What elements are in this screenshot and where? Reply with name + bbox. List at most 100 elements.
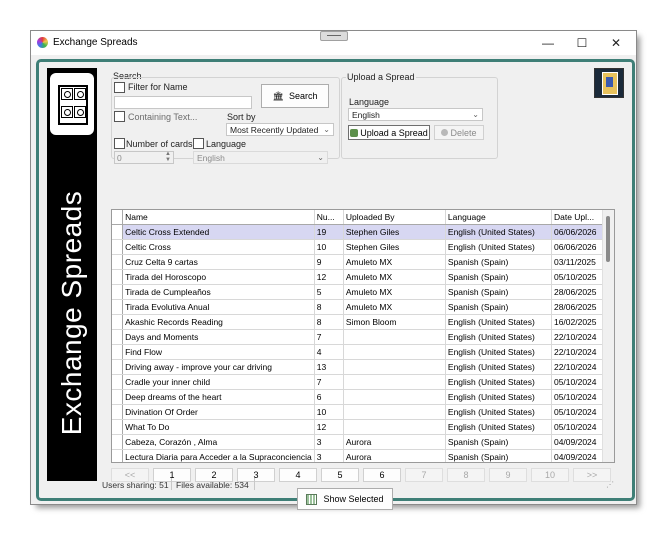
cell-uploaded-by[interactable] [343,329,446,345]
cell-uploaded-by[interactable] [343,389,446,405]
cell-name[interactable]: Celtic Cross [122,239,315,255]
row-header-cell[interactable] [112,254,124,270]
resize-grip-icon[interactable]: ⋰ [606,480,614,489]
cell-number[interactable]: 8 [314,299,344,315]
maximize-button[interactable]: ☐ [565,31,599,55]
cell-language[interactable]: English (United States) [445,374,552,390]
cell-uploaded-by[interactable]: Aurora [343,434,446,450]
cell-language[interactable]: English (United States) [445,344,552,360]
cell-number[interactable]: 3 [314,449,344,462]
table-row[interactable]: Driving away - improve your car driving 1… [112,359,614,375]
cell-name[interactable]: Tirada del Horoscopo [122,269,315,285]
cell-language[interactable]: Spanish (Spain) [445,254,552,270]
containing-text-checkbox[interactable] [114,111,125,122]
cell-number[interactable]: 12 [314,269,344,285]
table-row[interactable]: Cruz Celta 9 cartas 9 Amuleto MX Spanish (S… [112,254,614,270]
cell-uploaded-by[interactable]: Aurora [343,449,446,462]
table-scrollbar[interactable] [602,210,614,462]
scrollbar-thumb[interactable] [606,216,610,262]
tarot-card-icon[interactable] [594,68,624,98]
upload-spread-button[interactable]: Upload a Spread [348,125,430,140]
cell-number[interactable]: 9 [314,254,344,270]
table-row[interactable]: Celtic Cross Extended 19 Stephen Giles Engl… [112,224,614,240]
cell-number[interactable]: 8 [314,314,344,330]
cell-name[interactable]: What To Do [122,419,315,435]
cell-uploaded-by[interactable]: Stephen Giles [343,239,446,255]
cell-number[interactable]: 6 [314,389,344,405]
table-row[interactable]: Akashic Records Reading 8 Simon Bloom Engli… [112,314,614,330]
row-header-cell[interactable] [112,329,124,345]
table-row[interactable]: Cabeza, Corazón , Alma 3 Aurora Spanish (Sp… [112,434,614,450]
cell-uploaded-by[interactable] [343,359,446,375]
cell-name[interactable]: Lectura Diaria para Acceder a la Supraco… [122,449,315,462]
cell-name[interactable]: Cradle your inner child [122,374,315,390]
cell-uploaded-by[interactable]: Amuleto MX [343,254,446,270]
cell-name[interactable]: Find Flow [122,344,315,360]
cell-language[interactable]: English (United States) [445,389,552,405]
title-bar[interactable]: Exchange Spreads — ☐ ✕ [31,31,636,55]
column-header-language[interactable]: Language [445,210,552,225]
cell-number[interactable]: 7 [314,374,344,390]
cell-language[interactable]: Spanish (Spain) [445,284,552,300]
table-row[interactable]: Deep dreams of the heart 6 English (United… [112,389,614,405]
cell-number[interactable]: 19 [314,224,344,240]
cell-language[interactable]: English (United States) [445,329,552,345]
cell-uploaded-by[interactable] [343,419,446,435]
cell-language[interactable]: English (United States) [445,224,552,240]
cell-name[interactable]: Divination Of Order [122,404,315,420]
cell-uploaded-by[interactable] [343,344,446,360]
row-header-cell[interactable] [112,239,124,255]
cell-number[interactable]: 7 [314,329,344,345]
cell-name[interactable]: Cabeza, Corazón , Alma [122,434,315,450]
cell-uploaded-by[interactable] [343,374,446,390]
cell-uploaded-by[interactable]: Amuleto MX [343,284,446,300]
cell-name[interactable]: Celtic Cross Extended [122,224,315,240]
cell-number[interactable]: 12 [314,419,344,435]
sort-select[interactable]: Most Recently Updated ⌄ [226,123,334,136]
search-button[interactable]: 🏛︎ Search [261,84,329,108]
cell-name[interactable]: Days and Moments [122,329,315,345]
row-header-cell[interactable] [112,389,124,405]
cell-language[interactable]: English (United States) [445,419,552,435]
row-header-cell[interactable] [112,404,124,420]
cell-name[interactable]: Tirada de Cumpleaños [122,284,315,300]
row-header-cell[interactable] [112,419,124,435]
cell-language[interactable]: Spanish (Spain) [445,299,552,315]
spreads-table[interactable]: Name Nu... Uploaded By Language Date Upl… [111,209,615,463]
cell-uploaded-by[interactable]: Simon Bloom [343,314,446,330]
table-row[interactable]: Tirada del Horoscopo 12 Amuleto MX Spanish … [112,269,614,285]
table-row[interactable]: Find Flow 4 English (United States) 22/10/2… [112,344,614,360]
close-button[interactable]: ✕ [599,31,633,55]
row-header-cell[interactable] [112,284,124,300]
cell-name[interactable]: Driving away - improve your car driving [122,359,315,375]
drag-grip-handle[interactable] [320,31,348,41]
table-row[interactable]: Tirada Evolutiva Anual 8 Amuleto MX Spanish… [112,299,614,315]
search-language-select[interactable]: English ⌄ [193,151,328,164]
cell-name[interactable]: Tirada Evolutiva Anual [122,299,315,315]
minimize-button[interactable]: — [531,31,565,55]
cell-uploaded-by[interactable]: Amuleto MX [343,269,446,285]
show-selected-button[interactable]: Show Selected [297,488,393,510]
row-header-cell[interactable] [112,374,124,390]
number-of-cards-stepper[interactable]: 0 ▲ ▼ [114,151,174,164]
cell-number[interactable]: 5 [314,284,344,300]
row-header-cell[interactable] [112,449,124,462]
cell-uploaded-by[interactable]: Amuleto MX [343,299,446,315]
cell-language[interactable]: Spanish (Spain) [445,434,552,450]
table-row[interactable]: Divination Of Order 10 English (United Sta… [112,404,614,420]
row-header-cell[interactable] [112,314,124,330]
upload-language-select[interactable]: English ⌄ [348,108,483,121]
cell-language[interactable]: English (United States) [445,239,552,255]
table-row[interactable]: Days and Moments 7 English (United States)… [112,329,614,345]
cell-uploaded-by[interactable] [343,404,446,420]
delete-button[interactable]: Delete [434,125,484,140]
language-checkbox[interactable] [193,138,204,149]
cell-language[interactable]: English (United States) [445,404,552,420]
cell-language[interactable]: Spanish (Spain) [445,449,552,462]
cell-language[interactable]: English (United States) [445,359,552,375]
cell-name[interactable]: Akashic Records Reading [122,314,315,330]
cell-number[interactable]: 10 [314,404,344,420]
row-header-cell[interactable] [112,299,124,315]
row-header-cell[interactable] [112,359,124,375]
name-filter-input[interactable] [114,96,252,109]
